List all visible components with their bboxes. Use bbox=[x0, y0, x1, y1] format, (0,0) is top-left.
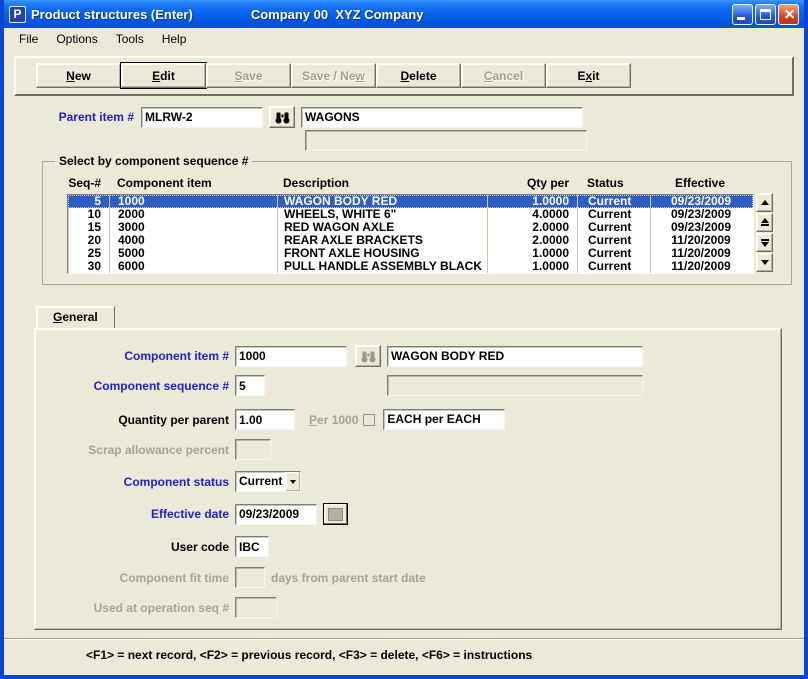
used-at-operation-input bbox=[235, 597, 277, 618]
application-window: P Product structures (Enter) Company 00 … bbox=[0, 0, 808, 679]
effective-date-label: Effective date bbox=[150, 507, 229, 521]
scrap-allowance-input bbox=[235, 439, 271, 460]
table-row[interactable]: 5 1000 WAGON BODY RED 1.0000 Current 09/… bbox=[68, 195, 753, 208]
table-row[interactable]: 30 6000 PULL HANDLE ASSEMBLY BLACK 1.000… bbox=[68, 260, 753, 273]
tab-general[interactable]: General bbox=[36, 306, 115, 329]
user-code-label: User code bbox=[170, 539, 229, 554]
arrow-down-icon bbox=[760, 242, 769, 247]
list-header: Seq-# Component item Description Qty per… bbox=[67, 174, 752, 194]
parent-item-description2 bbox=[305, 130, 587, 151]
scrap-allowance-label: Scrap allowance percent bbox=[88, 442, 229, 457]
window-company: Company 00 XYZ Company bbox=[250, 6, 424, 22]
delete-button[interactable]: Delete bbox=[376, 63, 461, 88]
header-qty-per: Qty per bbox=[526, 176, 569, 190]
scroll-page-down-button[interactable] bbox=[756, 233, 773, 252]
arrow-up-icon bbox=[760, 218, 769, 223]
component-fit-time-label: Component fit time bbox=[119, 570, 229, 585]
per-1000-checkbox bbox=[363, 413, 376, 426]
exit-button[interactable]: Exit bbox=[546, 63, 631, 88]
effective-date-input[interactable] bbox=[235, 503, 317, 525]
header-seq: Seq-# bbox=[68, 176, 101, 190]
user-code-input[interactable] bbox=[235, 536, 269, 557]
function-key-help: <F1> = next record, <F2> = previous reco… bbox=[86, 648, 533, 662]
scroll-up-button[interactable] bbox=[756, 193, 773, 212]
component-status-label: Component status bbox=[123, 474, 229, 489]
header-status: Status bbox=[587, 176, 624, 190]
scroll-page-up-button[interactable] bbox=[756, 213, 773, 232]
bar-icon bbox=[760, 239, 769, 241]
table-row[interactable]: 15 3000 RED WAGON AXLE 2.0000 Current 09… bbox=[68, 221, 753, 234]
component-fit-time-input bbox=[235, 567, 265, 588]
chevron-down-icon bbox=[290, 479, 297, 484]
parent-item-section: Parent item # WAGONS bbox=[4, 106, 804, 151]
menu-file[interactable]: File bbox=[12, 30, 45, 48]
arrow-up-icon bbox=[760, 200, 769, 205]
component-item-description: WAGON BODY RED bbox=[387, 345, 643, 367]
component-status-value: Current bbox=[239, 474, 283, 488]
bar-icon bbox=[760, 224, 769, 226]
cancel-button: Cancel bbox=[461, 63, 546, 88]
quantity-per-parent-label: Quantity per parent bbox=[118, 412, 229, 427]
menu-bar: File Options Tools Help bbox=[4, 28, 804, 50]
component-item-description2 bbox=[387, 375, 643, 396]
new-button[interactable]: New bbox=[36, 63, 121, 88]
edit-button[interactable]: Edit bbox=[121, 63, 206, 88]
header-component-item: Component item bbox=[117, 176, 212, 190]
maximize-icon bbox=[760, 8, 771, 20]
record-scrollbar bbox=[756, 193, 773, 273]
table-row[interactable]: 10 2000 WHEELS, WHITE 6" 4.0000 Current … bbox=[68, 208, 753, 221]
calendar-icon bbox=[328, 507, 343, 521]
save-new-button: Save / New bbox=[291, 63, 376, 88]
component-status-dropdown[interactable]: Current bbox=[235, 471, 301, 492]
component-item-label: Component item # bbox=[124, 349, 229, 363]
calendar-button[interactable] bbox=[323, 503, 348, 525]
title-bar: P Product structures (Enter) Company 00 … bbox=[4, 0, 804, 28]
menu-options[interactable]: Options bbox=[49, 30, 104, 48]
component-sequence-input[interactable] bbox=[235, 375, 265, 396]
maximize-button[interactable] bbox=[755, 3, 776, 25]
window-title: Product structures (Enter) bbox=[31, 6, 193, 22]
parent-item-search-button[interactable] bbox=[269, 106, 295, 128]
general-tab-panel: Component item # WAGON BODY RED Componen… bbox=[34, 328, 782, 630]
groupbox-label: Select by component sequence # bbox=[55, 154, 253, 168]
binoculars-icon bbox=[361, 350, 376, 363]
arrow-down-icon bbox=[760, 260, 769, 265]
save-button: Save bbox=[206, 63, 291, 88]
fit-time-suffix-label: days from parent start date bbox=[271, 570, 426, 585]
app-icon: P bbox=[9, 5, 26, 23]
component-list-groupbox: Select by component sequence # Seq-# Com… bbox=[42, 154, 792, 285]
close-icon bbox=[782, 8, 795, 21]
parent-item-label: Parent item # bbox=[58, 110, 134, 124]
header-effective: Effective bbox=[674, 176, 726, 190]
component-item-input[interactable] bbox=[235, 345, 347, 367]
dropdown-button[interactable] bbox=[285, 472, 300, 491]
component-sequence-label: Component sequence # bbox=[93, 378, 229, 393]
toolbar: New Edit Save Save / New Delete Cancel E… bbox=[14, 56, 794, 96]
minimize-icon bbox=[737, 16, 745, 20]
table-row[interactable]: 20 4000 REAR AXLE BRACKETS 2.0000 Curren… bbox=[68, 234, 753, 247]
header-description: Description bbox=[283, 176, 350, 190]
parent-item-input[interactable] bbox=[141, 106, 263, 128]
component-list: 5 1000 WAGON BODY RED 1.0000 Current 09/… bbox=[67, 194, 754, 274]
detail-tabs: General Component item # WAGON BODY RED … bbox=[34, 305, 782, 630]
binoculars-icon bbox=[275, 111, 290, 124]
table-row[interactable]: 25 5000 FRONT AXLE HOUSING 1.0000 Curren… bbox=[68, 247, 753, 260]
per-1000-label: Per 1000 bbox=[309, 412, 359, 427]
menu-help[interactable]: Help bbox=[155, 30, 194, 48]
close-button[interactable] bbox=[778, 3, 799, 25]
minimize-button[interactable] bbox=[732, 3, 753, 25]
quantity-per-parent-input[interactable] bbox=[235, 409, 295, 430]
parent-item-description: WAGONS bbox=[301, 106, 583, 128]
scroll-down-button[interactable] bbox=[756, 253, 773, 272]
used-at-operation-label: Used at operation seq # bbox=[93, 600, 229, 615]
menu-tools[interactable]: Tools bbox=[109, 30, 151, 48]
component-item-search-button bbox=[355, 345, 381, 367]
uom-per-uom-field: EACH per EACH bbox=[383, 409, 506, 430]
